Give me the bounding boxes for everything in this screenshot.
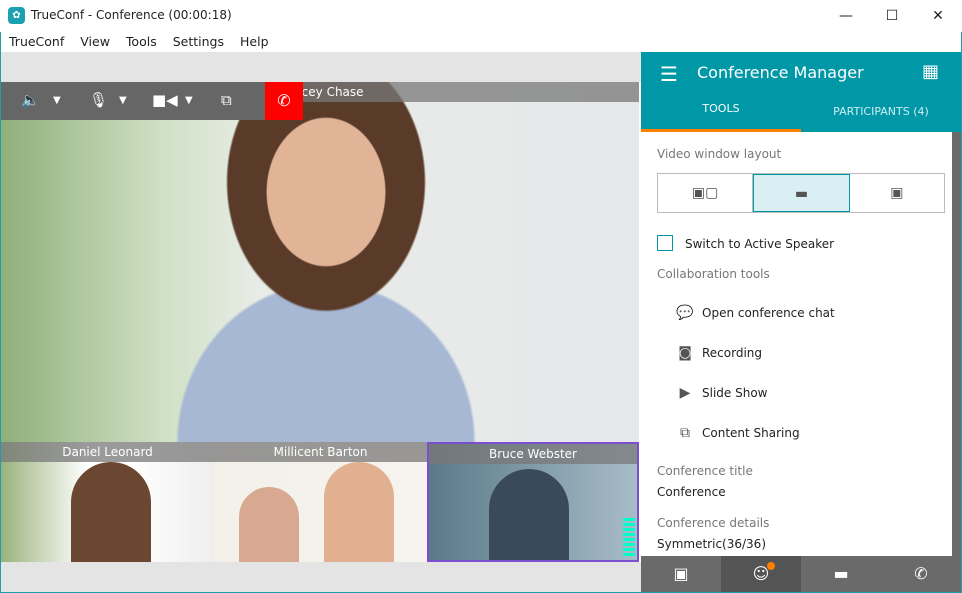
speaker-icon[interactable]: 🔈	[21, 91, 40, 109]
call-icon[interactable]: ✆	[881, 556, 961, 592]
conf-title-label: Conference title	[657, 464, 753, 478]
tool-label: Content Sharing	[702, 426, 800, 440]
main-video[interactable]	[1, 82, 639, 442]
panel-bottom-bar: ▣ ☺ ▬ ✆	[641, 556, 961, 592]
layout-label: Video window layout	[657, 147, 782, 161]
maximize-button[interactable]: ☐	[869, 4, 915, 28]
speaker-dropdown-icon[interactable]: ▼	[53, 95, 61, 106]
recording-button[interactable]: ◙ Recording	[674, 345, 762, 361]
thumbnail-video[interactable]: Daniel Leonard	[1, 442, 214, 562]
video-bottom-margin	[1, 562, 641, 592]
conf-details-value: Symmetric(36/36)	[657, 537, 766, 551]
contacts-icon[interactable]: ▣	[641, 556, 721, 592]
chat-icon: 💬	[676, 305, 694, 321]
conference-participants-icon[interactable]: ☺	[721, 556, 801, 592]
slide-show-button[interactable]: ▶ Slide Show	[674, 385, 768, 401]
open-chat-button[interactable]: 💬 Open conference chat	[674, 305, 835, 321]
video-area: Stacey Chase 🔈 ▼ 🎙 ▼ ■◀ ▼ ⧉ ✆ Daniel Leo…	[1, 82, 639, 562]
window-title: TrueConf - Conference (00:00:18)	[31, 8, 232, 22]
hamburger-menu-icon[interactable]: ☰	[660, 62, 678, 86]
content-share-icon: ⧉	[680, 425, 690, 441]
video-top-margin	[1, 52, 641, 82]
content-share-icon[interactable]: ⧉	[221, 91, 232, 109]
content-sharing-button[interactable]: ⧉ Content Sharing	[674, 425, 800, 441]
hangup-button[interactable]: ✆	[265, 82, 303, 120]
participant-name: Daniel Leonard	[1, 442, 214, 462]
speaker-strip-layout-icon[interactable]: ▬	[753, 174, 850, 212]
tab-tools[interactable]: TOOLS	[641, 102, 801, 132]
title-bar: ✿ TrueConf - Conference (00:00:18) — ☐ ✕	[0, 0, 962, 32]
menu-bar: TrueConf View Tools Settings Help	[0, 32, 285, 52]
slideshow-icon: ▶	[679, 385, 691, 401]
single-speaker-layout-icon[interactable]: ▣	[850, 174, 944, 212]
menu-trueconf[interactable]: TrueConf	[9, 32, 64, 52]
menu-view[interactable]: View	[80, 32, 110, 52]
conf-title-value: Conference	[657, 485, 726, 499]
microphone-icon[interactable]: 🎙	[89, 91, 108, 109]
notification-badge	[767, 562, 775, 570]
menu-settings[interactable]: Settings	[173, 32, 224, 52]
tab-participants[interactable]: PARTICIPANTS (4)	[801, 105, 961, 118]
panel-header: ☰ Conference Manager ▦ TOOLS PARTICIPANT…	[641, 52, 961, 132]
conf-details-label: Conference details	[657, 516, 770, 530]
speaker-image	[176, 82, 476, 442]
camera-dropdown-icon[interactable]: ▼	[185, 95, 193, 106]
conference-manager-panel: ☰ Conference Manager ▦ TOOLS PARTICIPANT…	[641, 52, 961, 592]
thumbnail-video-active[interactable]: Bruce Webster	[427, 442, 639, 562]
tool-label: Open conference chat	[702, 306, 835, 320]
active-speaker-label: Switch to Active Speaker	[685, 237, 835, 251]
active-speaker-checkbox[interactable]	[657, 235, 673, 251]
tool-label: Recording	[702, 346, 763, 360]
chat-icon[interactable]: ▬	[801, 556, 881, 592]
tool-label: Slide Show	[702, 386, 768, 400]
camera-icon[interactable]: ■◀	[152, 91, 178, 109]
close-button[interactable]: ✕	[915, 4, 961, 28]
participant-name: Bruce Webster	[429, 444, 637, 464]
layout-selector: ▣▢ ▬ ▣	[657, 173, 945, 213]
trueconf-logo-icon: ✿	[8, 7, 25, 24]
grid-layout-icon[interactable]: ▣▢	[658, 174, 754, 212]
thumbnail-video[interactable]: Millicent Barton	[214, 442, 427, 562]
microphone-dropdown-icon[interactable]: ▼	[119, 95, 127, 106]
panel-title: Conference Manager	[697, 63, 864, 82]
calendar-icon[interactable]: ▦	[922, 61, 939, 82]
call-toolbar: 🔈 ▼ 🎙 ▼ ■◀ ▼ ⧉	[1, 82, 265, 120]
minimize-button[interactable]: —	[823, 4, 869, 28]
menu-tools[interactable]: Tools	[126, 32, 157, 52]
record-icon: ◙	[678, 345, 692, 361]
audio-level-indicator	[623, 518, 635, 558]
scrollbar[interactable]	[952, 132, 961, 556]
collab-label: Collaboration tools	[657, 267, 770, 281]
menu-help[interactable]: Help	[240, 32, 269, 52]
participant-name: Millicent Barton	[214, 442, 427, 462]
